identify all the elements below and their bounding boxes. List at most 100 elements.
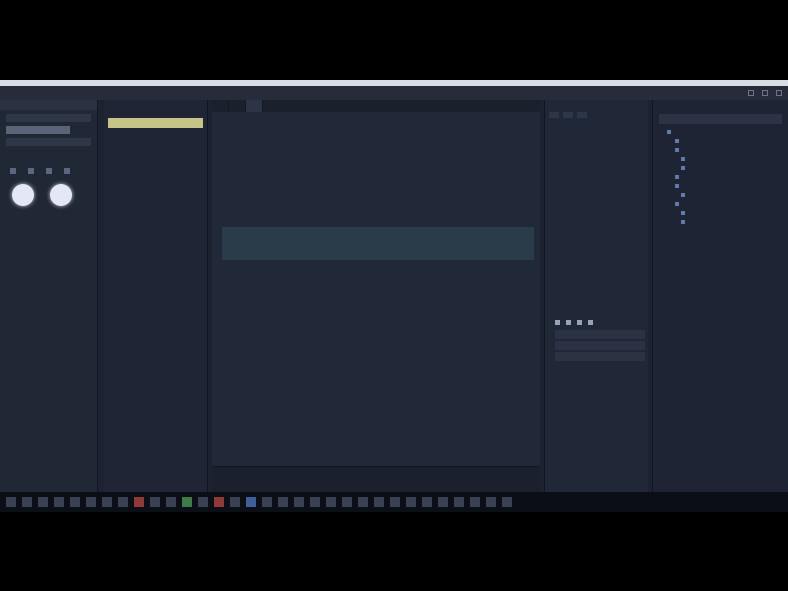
file-item[interactable] (108, 258, 203, 264)
taskbar-app-icon[interactable] (326, 497, 336, 507)
taskbar-app-icon[interactable] (118, 497, 128, 507)
file-item[interactable] (108, 154, 203, 160)
tool-icon[interactable] (28, 168, 34, 174)
file-item[interactable] (108, 306, 203, 312)
tool-icon[interactable] (563, 112, 573, 118)
close-icon[interactable] (776, 90, 782, 96)
file-item[interactable] (108, 130, 203, 136)
code-editor[interactable] (212, 100, 540, 466)
tool-icon[interactable] (64, 168, 70, 174)
taskbar-app-icon[interactable] (150, 497, 160, 507)
file-item[interactable] (108, 186, 203, 192)
taskbar-app-icon[interactable] (406, 497, 416, 507)
file-item[interactable] (108, 202, 203, 208)
scene-node[interactable] (681, 164, 788, 171)
tool-icon[interactable] (10, 168, 16, 174)
file-item[interactable] (108, 322, 203, 328)
taskbar-app-icon[interactable] (70, 497, 80, 507)
swatch-circle[interactable] (12, 184, 34, 206)
scene-node[interactable] (667, 128, 788, 135)
editor-tab[interactable] (212, 100, 229, 112)
taskbar-app-icon[interactable] (214, 497, 224, 507)
taskbar-app-icon[interactable] (38, 497, 48, 507)
taskbar-app-icon[interactable] (22, 497, 32, 507)
tool-icon[interactable] (549, 112, 559, 118)
taskbar-app-icon[interactable] (310, 497, 320, 507)
taskbar-app-icon[interactable] (198, 497, 208, 507)
file-item[interactable] (108, 274, 203, 280)
file-item[interactable] (108, 234, 203, 240)
checkbox[interactable] (588, 319, 593, 325)
file-item[interactable] (108, 178, 203, 184)
toolbox-row[interactable] (6, 114, 91, 122)
file-item[interactable] (108, 378, 203, 384)
file-item[interactable] (108, 346, 203, 352)
file-item[interactable] (108, 354, 203, 360)
taskbar-app-icon[interactable] (502, 497, 512, 507)
property-field[interactable] (555, 341, 645, 350)
scene-node[interactable] (681, 209, 788, 216)
file-item[interactable] (108, 314, 203, 320)
taskbar-app-icon[interactable] (438, 497, 448, 507)
taskbar-app-icon[interactable] (86, 497, 96, 507)
taskbar-app-icon[interactable] (342, 497, 352, 507)
file-item[interactable] (108, 138, 203, 144)
file-item-selected[interactable] (108, 118, 203, 128)
taskbar-app-icon[interactable] (230, 497, 240, 507)
file-item[interactable] (108, 194, 203, 200)
scene-node[interactable] (681, 155, 788, 162)
editor-tab-active[interactable] (246, 100, 263, 112)
file-item[interactable] (108, 218, 203, 224)
taskbar-app-icon[interactable] (278, 497, 288, 507)
file-item[interactable] (108, 162, 203, 168)
tool-icon[interactable] (46, 168, 52, 174)
checkbox[interactable] (566, 319, 571, 325)
scene-node[interactable] (675, 173, 788, 180)
scene-node[interactable] (675, 200, 788, 207)
maximize-icon[interactable] (762, 90, 768, 96)
toolbox-row[interactable] (6, 126, 70, 134)
taskbar-app-icon[interactable] (246, 497, 256, 507)
checkbox[interactable] (555, 319, 560, 325)
taskbar-app-icon[interactable] (134, 497, 144, 507)
file-item[interactable] (108, 266, 203, 272)
scene-node[interactable] (681, 191, 788, 198)
taskbar-app-icon[interactable] (102, 497, 112, 507)
taskbar-app-icon[interactable] (166, 497, 176, 507)
property-field[interactable] (555, 352, 645, 361)
taskbar-app-icon[interactable] (454, 497, 464, 507)
file-item[interactable] (108, 362, 203, 368)
taskbar-app-icon[interactable] (294, 497, 304, 507)
scene-node[interactable] (675, 146, 788, 153)
tool-icon[interactable] (577, 112, 587, 118)
file-item[interactable] (108, 170, 203, 176)
checkbox[interactable] (577, 319, 582, 325)
taskbar-app-icon[interactable] (486, 497, 496, 507)
taskbar-app-icon[interactable] (54, 497, 64, 507)
file-item[interactable] (108, 370, 203, 376)
editor-tab[interactable] (229, 100, 246, 112)
file-item[interactable] (108, 146, 203, 152)
taskbar-app-icon[interactable] (374, 497, 384, 507)
file-item[interactable] (108, 338, 203, 344)
taskbar-app-icon[interactable] (6, 497, 16, 507)
taskbar-app-icon[interactable] (262, 497, 272, 507)
taskbar-app-icon[interactable] (182, 497, 192, 507)
file-item[interactable] (108, 290, 203, 296)
scene-search-input[interactable] (659, 114, 782, 124)
file-item[interactable] (108, 226, 203, 232)
file-item[interactable] (108, 210, 203, 216)
file-item[interactable] (108, 282, 203, 288)
file-item[interactable] (108, 250, 203, 256)
file-item[interactable] (108, 298, 203, 304)
taskbar-app-icon[interactable] (390, 497, 400, 507)
taskbar-app-icon[interactable] (358, 497, 368, 507)
scene-node[interactable] (675, 137, 788, 144)
toolbox-row[interactable] (6, 138, 91, 146)
taskbar-app-icon[interactable] (422, 497, 432, 507)
file-item[interactable] (108, 242, 203, 248)
scene-node[interactable] (675, 182, 788, 189)
taskbar-app-icon[interactable] (470, 497, 480, 507)
minimize-icon[interactable] (748, 90, 754, 96)
property-field[interactable] (555, 330, 645, 339)
